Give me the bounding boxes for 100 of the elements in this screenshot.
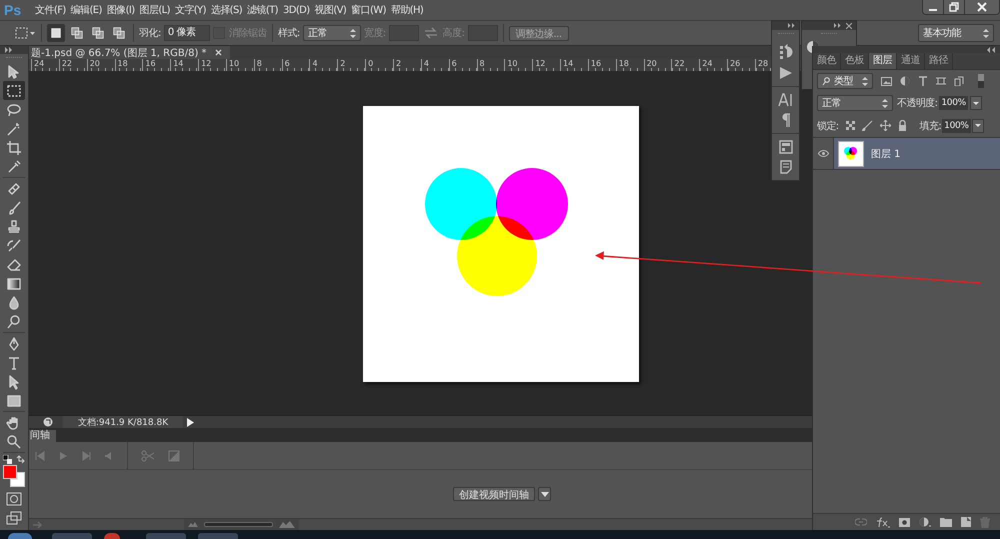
search-icon [822, 76, 830, 86]
minimize-button[interactable] [923, 0, 944, 14]
adjustment-filter-icon[interactable] [900, 76, 910, 86]
document-size-status: 文档:941.9 K/818.8K [63, 416, 183, 428]
menu-item[interactable]: 视图(V) [314, 3, 346, 17]
swap-colors-icon[interactable] [16, 455, 25, 464]
play-icon[interactable] [778, 66, 792, 80]
menu-item[interactable]: 图层(L) [140, 3, 170, 17]
blend-mode-select[interactable]: 正常 [817, 95, 893, 111]
fill-field[interactable]: 100% [942, 118, 971, 132]
collapse-icon[interactable] [834, 23, 842, 28]
rectangle-icon [6, 392, 22, 408]
default-colors-icon[interactable] [3, 455, 12, 464]
new-layer-icon[interactable] [961, 517, 971, 527]
feather-field[interactable]: 0 像素 [164, 25, 210, 41]
lock-icon[interactable] [898, 120, 907, 131]
move-lock-icon[interactable] [880, 120, 891, 131]
layer-row[interactable]: 图层 1 [834, 138, 1000, 169]
eraser-icon [6, 256, 22, 272]
workspace-select[interactable]: 基本功能 [918, 24, 994, 42]
opacity-dropdown-button[interactable] [970, 96, 982, 110]
panel-tab[interactable]: 图层 [869, 53, 897, 69]
ruler-label: 14 [170, 59, 198, 71]
image-filter-icon[interactable] [881, 76, 892, 86]
filter-type-select[interactable]: 类型 [817, 73, 873, 89]
notes-icon[interactable] [780, 160, 792, 174]
ruler-label: 24 [699, 59, 728, 71]
history-brush-icon [6, 238, 22, 254]
ruler-label: 20 [86, 59, 115, 71]
fill-dropdown-button[interactable] [972, 118, 984, 132]
height-field[interactable] [468, 25, 498, 41]
gradient-icon [6, 276, 22, 292]
collapse-icon[interactable] [788, 23, 796, 28]
marquee-preset-icon[interactable] [14, 26, 36, 40]
marquee-tool[interactable] [3, 81, 25, 100]
close-icon [977, 2, 987, 12]
crop-icon [6, 140, 22, 156]
lock-transparency-icon[interactable] [846, 121, 855, 130]
eyedropper-icon [6, 158, 22, 174]
character-icon[interactable] [778, 93, 794, 107]
menu-item[interactable]: 文件(F) [35, 3, 66, 17]
play-arrow-icon[interactable] [187, 418, 194, 426]
minimize-icon [929, 9, 937, 11]
taskbar-button[interactable] [104, 533, 120, 539]
menu-item[interactable]: 编辑(E) [70, 3, 102, 17]
ruler-label: 26 [727, 59, 755, 71]
restore-button[interactable] [944, 0, 965, 14]
status-menu-icon[interactable] [43, 417, 53, 427]
create-video-timeline-button[interactable]: 创建视频时间轴 [453, 487, 535, 501]
mask-icon[interactable] [899, 518, 910, 526]
ruler-label: 14 [560, 59, 588, 71]
opacity-label: 不透明度: [897, 96, 938, 110]
folder-icon[interactable] [940, 517, 952, 527]
panel-tab[interactable]: 通道 [897, 53, 925, 69]
opacity-field[interactable]: 100% [939, 96, 968, 110]
adjustment-layer-icon[interactable] [919, 516, 931, 528]
style-select[interactable]: 正常 [302, 25, 361, 41]
filter-toggle-icon[interactable] [978, 74, 984, 88]
adjustments-icon[interactable] [806, 40, 820, 54]
updown-arrow-icon [862, 76, 868, 86]
app-logo: Ps [4, 2, 22, 18]
panel-tab[interactable]: 颜色 [813, 53, 841, 69]
type-filter-icon[interactable] [918, 76, 928, 86]
add-selection-icon [70, 26, 84, 40]
ruler-label: 2 [392, 59, 421, 71]
foreground-color-swatch[interactable] [3, 465, 17, 479]
ruler-label: 6 [448, 59, 476, 71]
timeline-tab[interactable]: 间轴 [29, 430, 56, 442]
close-icon[interactable] [214, 49, 222, 56]
menu-item[interactable]: 图像(I) [106, 3, 135, 17]
fx-icon[interactable] [876, 516, 890, 528]
brush-lock-icon[interactable] [862, 120, 873, 131]
layout-icon[interactable] [778, 140, 792, 154]
ruler-label: 10 [504, 59, 532, 71]
smart-object-filter-icon[interactable] [954, 76, 964, 86]
menu-item[interactable]: 窗口(W) [351, 3, 386, 17]
document-tab[interactable]: 题-1.psd @ 66.7% (图层 1, RGB/8) * [29, 46, 230, 59]
menu-item[interactable]: 文字(Y) [174, 3, 206, 17]
new-selection-button[interactable] [47, 24, 65, 42]
intersect-selection-icon [112, 26, 126, 40]
eye-icon[interactable] [818, 150, 828, 157]
close-icon[interactable] [846, 22, 852, 28]
menu-item[interactable]: 滤镜(T) [247, 3, 278, 17]
start-button[interactable] [8, 533, 32, 539]
menu-item[interactable]: 帮助(H) [390, 3, 424, 17]
close-button[interactable] [965, 0, 999, 14]
menu-item[interactable]: 选择(S) [210, 3, 242, 17]
caret-icon [974, 124, 981, 127]
ruler-label: 2 [337, 59, 366, 71]
menu-item[interactable]: 3D(D) [282, 4, 310, 16]
panel-tab[interactable]: 路径 [925, 53, 953, 69]
type-icon [6, 354, 22, 370]
ruler-label: 8 [476, 59, 504, 71]
ruler-label: 18 [616, 59, 644, 71]
paragraph-icon[interactable] [780, 113, 790, 127]
history-icon[interactable] [778, 44, 794, 60]
shape-filter-icon[interactable] [936, 76, 946, 86]
width-field[interactable] [388, 25, 419, 41]
feather-label: 羽化: [139, 27, 161, 40]
dropdown-button[interactable] [538, 487, 551, 501]
